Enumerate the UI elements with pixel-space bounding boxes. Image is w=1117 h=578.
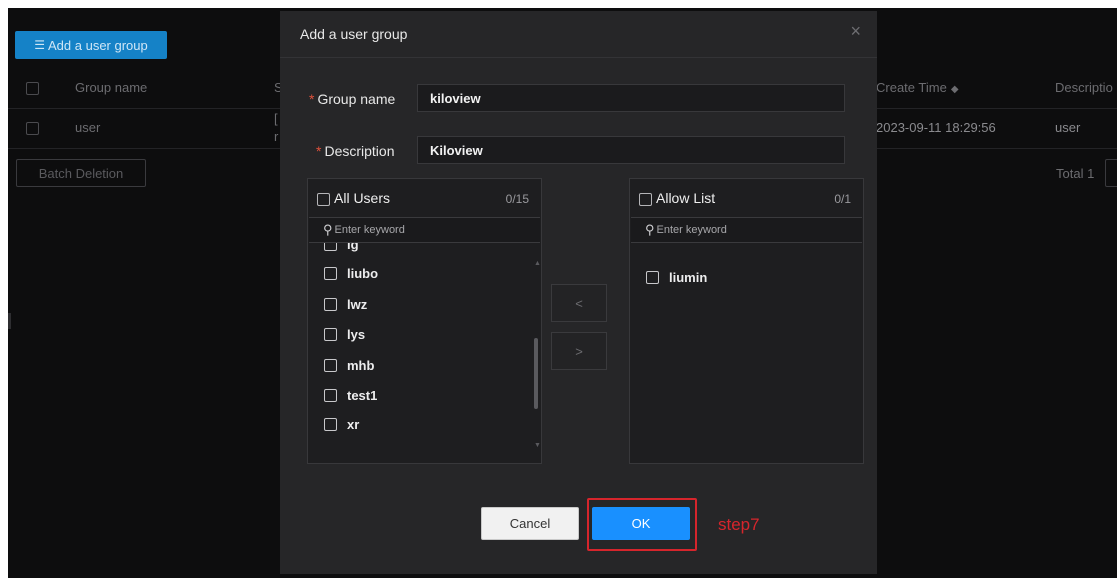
all-users-search[interactable]: ⚲ [309,217,540,243]
all-users-search-input[interactable] [334,224,515,236]
allow-list-list: liumin [630,243,863,463]
item-checkbox[interactable] [324,388,337,402]
column-header-description: Descriptio [1055,80,1113,95]
list-item[interactable]: lg [324,243,359,255]
screen: ☰ Add a user group Group name S Create T… [8,8,1117,578]
scrollbar-thumb[interactable] [534,338,538,409]
dialog-header: Add a user group × [280,11,877,58]
item-label: xr [347,416,360,432]
group-name-label-text: Group name [317,91,396,107]
item-label: lg [347,243,359,252]
item-checkbox[interactable] [324,243,337,251]
move-right-button[interactable]: > [551,332,607,370]
step-annotation: step7 [718,515,760,534]
allow-list-title: Allow List [656,190,716,206]
item-label: lwz [347,296,368,312]
search-icon: ⚲ [323,222,333,237]
layers-icon: ☰ [34,38,46,52]
allow-list-header: Allow List 0/1 [630,179,863,217]
allow-list-panel: Allow List 0/1 ⚲ liumin [629,178,864,464]
batch-deletion-button[interactable]: Batch Deletion [16,159,146,187]
description-label-text: Description [324,143,395,159]
item-checkbox[interactable] [324,327,337,341]
dialog-title: Add a user group [300,26,408,42]
item-checkbox[interactable] [324,266,337,280]
move-left-button[interactable]: < [551,284,607,322]
add-user-group-label: Add a user group [48,37,148,53]
allow-list-search[interactable]: ⚲ [631,217,862,243]
item-label: mhb [347,357,375,373]
row-group-name: user [75,120,101,135]
search-icon: ⚲ [645,222,655,237]
sort-icon[interactable]: ◆ [951,84,959,95]
all-users-panel: All Users 0/15 ⚲ lg liubo lwz lys mhb te… [307,178,542,464]
column-header-create-time[interactable]: Create Time ◆ [876,68,959,110]
select-all-checkbox[interactable] [26,82,39,95]
item-label: liumin [669,269,708,285]
row-create-time: 2023-09-11 18:29:56 [876,120,996,135]
item-checkbox[interactable] [324,417,337,431]
description-input[interactable] [417,136,845,164]
all-users-title: All Users [334,190,391,206]
required-mark: * [316,143,322,159]
required-mark: * [309,91,315,107]
description-label: * Description [316,143,394,159]
list-item[interactable]: lwz [324,293,367,315]
group-name-input[interactable] [417,84,845,112]
item-label: lys [347,326,366,342]
step-highlight-box [587,498,697,551]
item-checkbox[interactable] [324,297,337,311]
list-item[interactable]: test1 [324,384,377,406]
add-user-group-dialog: Add a user group × *Group name *Descript… [280,11,877,574]
chevron-left-icon: < [575,295,583,311]
chevron-right-icon: > [575,343,583,359]
list-item[interactable]: liubo [324,262,378,284]
scroll-up-icon[interactable]: ▲ [534,260,541,267]
total-count: Total 1 [1056,166,1095,181]
pagination-box[interactable] [1105,159,1117,187]
scroll-down-icon[interactable]: ▼ [534,442,541,449]
column-header-group-name: Group name [75,80,148,95]
item-label: liubo [347,265,379,281]
allow-list-search-input[interactable] [656,224,837,236]
list-item[interactable]: liumin [646,266,707,288]
all-users-count: 0/15 [505,192,529,206]
item-checkbox[interactable] [324,358,337,372]
list-item[interactable]: lys [324,323,365,345]
row-description: user [1055,120,1081,135]
allow-list-checkbox[interactable] [639,193,652,206]
group-name-label: * Group name [309,91,395,107]
list-item[interactable]: xr [324,413,359,435]
row-partial-text-2: r [274,129,279,144]
close-icon[interactable]: × [850,21,861,42]
create-time-label: Create Time [876,80,947,95]
row-checkbox[interactable] [26,122,39,135]
edge-marker [8,313,11,329]
cancel-button[interactable]: Cancel [481,507,579,540]
add-user-group-button[interactable]: ☰ Add a user group [15,31,167,59]
item-label: test1 [347,387,378,403]
list-item[interactable]: mhb [324,354,374,376]
item-checkbox[interactable] [646,270,659,284]
allow-list-count: 0/1 [834,192,851,206]
all-users-list: lg liubo lwz lys mhb test1 xr [308,243,541,463]
all-users-header: All Users 0/15 [308,179,541,217]
all-users-checkbox[interactable] [317,193,330,206]
